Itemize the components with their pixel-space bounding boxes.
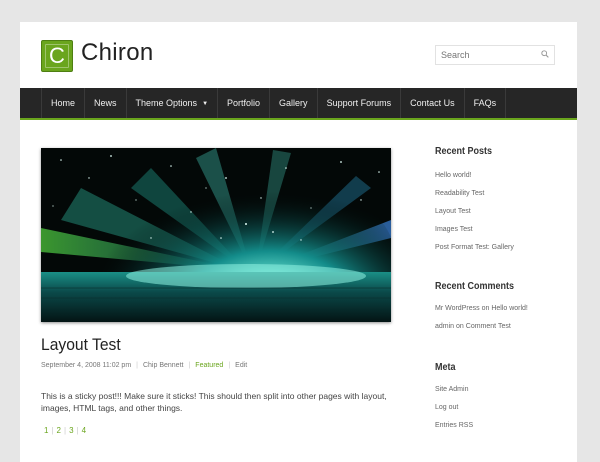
comment-connector: on (456, 323, 464, 330)
page-link-1[interactable]: 1 (41, 426, 51, 435)
link-text[interactable]: Post Format Test: Gallery (435, 244, 514, 251)
comment-author-link[interactable]: Mr WordPress (435, 305, 480, 312)
link-text[interactable]: Readability Test (435, 190, 484, 197)
nav-label: Home (51, 98, 76, 108)
site-logo[interactable]: C (41, 40, 73, 72)
comment-post-link[interactable]: Hello world! (491, 305, 528, 312)
nav-item-theme-options[interactable]: Theme Options ▼ (125, 88, 217, 118)
recent-post-link[interactable]: Hello world! (435, 167, 565, 185)
widget-meta: Meta Site Admin Log out Entries RSS (435, 362, 565, 435)
search-icon[interactable] (541, 50, 549, 58)
widget-title: Recent Comments (435, 281, 515, 292)
nav-item-faqs[interactable]: FAQs (463, 88, 507, 118)
link-text[interactable]: Entries RSS (435, 422, 473, 429)
post-edit-link[interactable]: Edit (235, 362, 247, 369)
post-meta: September 4, 2008 11:02 pm | Chip Bennet… (41, 362, 247, 369)
meta-divider: | (136, 362, 138, 369)
nav-label: FAQs (473, 98, 497, 108)
post-date[interactable]: September 4, 2008 11:02 pm (41, 362, 131, 369)
post-category[interactable]: Featured (195, 362, 223, 369)
nav-label: Theme Options (135, 98, 198, 108)
recent-post-link[interactable]: Images Test (435, 221, 565, 239)
featured-image[interactable] (41, 148, 391, 322)
search-box[interactable] (435, 45, 555, 65)
sidebar: Recent Posts Hello world! Readability Te… (435, 146, 565, 435)
logo-letter: C (49, 43, 65, 68)
link-text[interactable]: Layout Test (435, 208, 471, 215)
page-link-3[interactable]: 3 (66, 426, 76, 435)
meta-link[interactable]: Site Admin (435, 381, 565, 399)
page-link-2[interactable]: 2 (54, 426, 64, 435)
nav-item-home[interactable]: Home (41, 88, 84, 118)
link-text[interactable]: Images Test (435, 226, 473, 233)
widget-title: Meta (435, 362, 456, 373)
widget-recent-comments: Recent Comments Mr WordPress on Hello wo… (435, 281, 565, 336)
comment-post-link[interactable]: Comment Test (466, 323, 511, 330)
recent-post-link[interactable]: Layout Test (435, 203, 565, 221)
recent-comment: Mr WordPress on Hello world! (435, 300, 565, 318)
nav-item-support-forums[interactable]: Support Forums (316, 88, 401, 118)
page-link-4[interactable]: 4 (79, 426, 89, 435)
post-title[interactable]: Layout Test (41, 335, 121, 355)
recent-post-link[interactable]: Readability Test (435, 185, 565, 203)
meta-link[interactable]: Entries RSS (435, 417, 565, 435)
nav-label: Support Forums (326, 98, 392, 108)
nav-item-gallery[interactable]: Gallery (269, 88, 317, 118)
recent-comment: admin on Comment Test (435, 318, 565, 336)
widget-recent-posts: Recent Posts Hello world! Readability Te… (435, 146, 565, 257)
link-text[interactable]: Hello world! (435, 172, 472, 179)
post-author[interactable]: Chip Bennett (143, 362, 183, 369)
nav-label: News (94, 98, 117, 108)
nav-item-contact-us[interactable]: Contact Us (400, 88, 464, 118)
meta-divider: | (188, 362, 191, 369)
nav-label: Gallery (279, 98, 308, 108)
nav-accent-bar (20, 118, 577, 120)
meta-divider: | (228, 362, 231, 369)
comment-author: admin (435, 323, 455, 330)
search-input[interactable] (436, 46, 536, 64)
widget-title: Recent Posts (435, 146, 493, 157)
site-title[interactable]: Chiron (81, 39, 154, 67)
link-text[interactable]: Log out (435, 404, 458, 411)
comment-connector: on (481, 305, 490, 312)
dropdown-caret-icon: ▼ (202, 101, 209, 107)
nav-item-portfolio[interactable]: Portfolio (217, 88, 269, 118)
nav-label: Portfolio (227, 98, 261, 108)
meta-link[interactable]: Log out (435, 399, 565, 417)
nav-item-news[interactable]: News (84, 88, 126, 118)
nav-label: Contact Us (410, 98, 455, 108)
recent-post-link[interactable]: Post Format Test: Gallery (435, 239, 565, 257)
page-container: C Chiron Home News Theme Options ▼ Portfo… (20, 22, 577, 462)
post-excerpt: This is a sticky post!!! Make sure it st… (41, 391, 387, 413)
post-pagination: 1 | 2 | 3 | 4 (41, 426, 89, 435)
main-navigation: Home News Theme Options ▼ Portfolio Galle… (20, 88, 577, 118)
link-text[interactable]: Site Admin (435, 386, 468, 393)
